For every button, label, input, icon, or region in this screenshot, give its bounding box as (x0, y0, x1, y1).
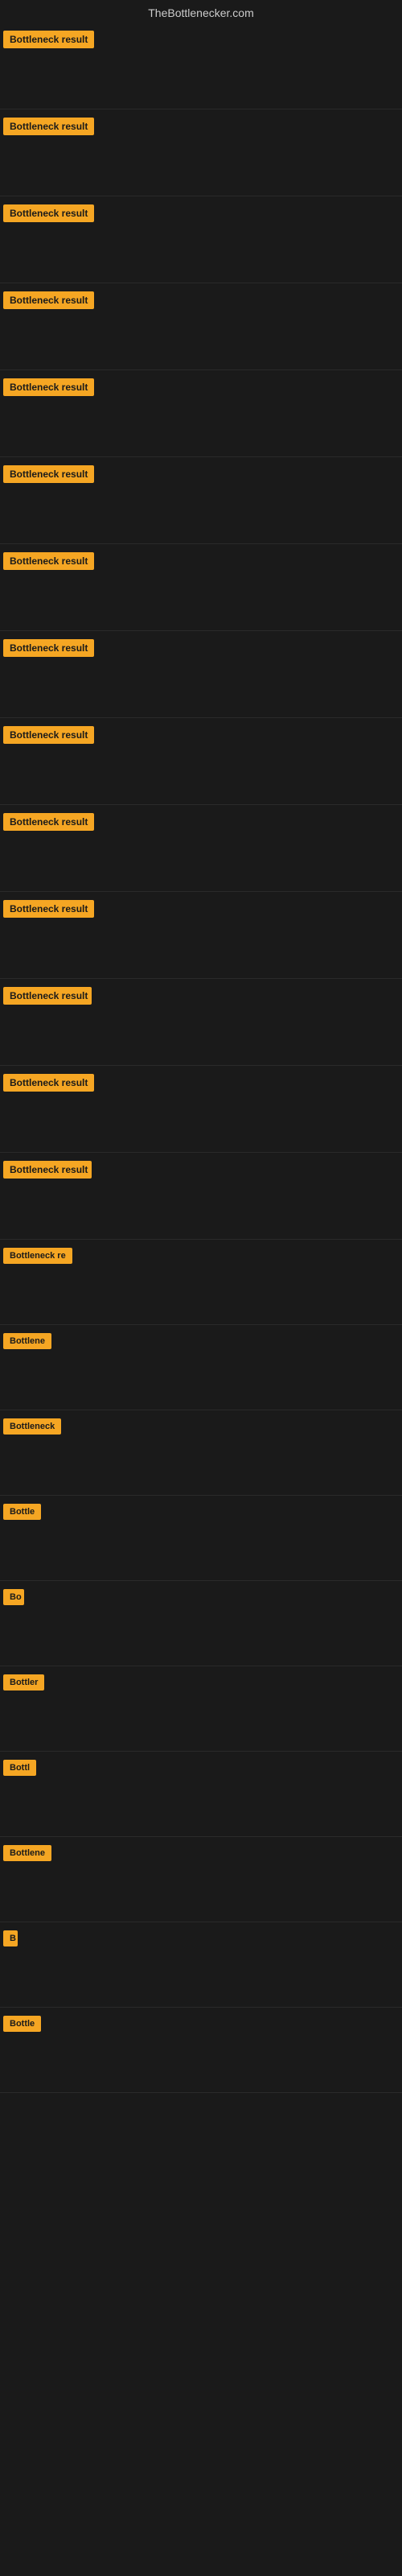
row-spacer-4 (3, 313, 399, 361)
row-spacer-2 (3, 139, 399, 188)
result-row-7: Bottleneck result (0, 544, 402, 631)
row-spacer-16 (3, 1353, 399, 1402)
bottleneck-badge-18[interactable]: Bottle (3, 1504, 41, 1520)
bottleneck-badge-15[interactable]: Bottleneck re (3, 1248, 72, 1264)
bottleneck-badge-17[interactable]: Bottleneck (3, 1418, 61, 1435)
result-row-15: Bottleneck re (0, 1240, 402, 1325)
bottleneck-badge-3[interactable]: Bottleneck result (3, 204, 94, 222)
result-row-13: Bottleneck result (0, 1066, 402, 1153)
row-spacer-11 (3, 922, 399, 970)
bottleneck-badge-5[interactable]: Bottleneck result (3, 378, 94, 396)
result-row-23: B (0, 1922, 402, 2008)
result-row-17: Bottleneck (0, 1410, 402, 1496)
row-spacer-10 (3, 835, 399, 883)
row-spacer-18 (3, 1524, 399, 1572)
result-row-16: Bottlene (0, 1325, 402, 1410)
row-spacer-21 (3, 1780, 399, 1828)
result-row-3: Bottleneck result (0, 196, 402, 283)
row-spacer-20 (3, 1695, 399, 1743)
bottleneck-badge-11[interactable]: Bottleneck result (3, 900, 94, 918)
row-spacer-13 (3, 1096, 399, 1144)
row-spacer-7 (3, 574, 399, 622)
bottleneck-badge-13[interactable]: Bottleneck result (3, 1074, 94, 1092)
bottleneck-badge-2[interactable]: Bottleneck result (3, 118, 94, 135)
bottleneck-badge-7[interactable]: Bottleneck result (3, 552, 94, 570)
row-spacer-23 (3, 1951, 399, 1999)
result-row-1: Bottleneck result (0, 23, 402, 109)
row-spacer-9 (3, 748, 399, 796)
row-spacer-5 (3, 400, 399, 448)
bottleneck-badge-8[interactable]: Bottleneck result (3, 639, 94, 657)
bottleneck-badge-9[interactable]: Bottleneck result (3, 726, 94, 744)
result-row-20: Bottler (0, 1666, 402, 1752)
result-row-14: Bottleneck result (0, 1153, 402, 1240)
result-row-21: Bottl (0, 1752, 402, 1837)
result-row-24: Bottle (0, 2008, 402, 2093)
result-row-11: Bottleneck result (0, 892, 402, 979)
result-row-4: Bottleneck result (0, 283, 402, 370)
bottleneck-badge-12[interactable]: Bottleneck result (3, 987, 92, 1005)
result-row-6: Bottleneck result (0, 457, 402, 544)
row-spacer-24 (3, 2036, 399, 2084)
result-row-5: Bottleneck result (0, 370, 402, 457)
row-spacer-3 (3, 226, 399, 275)
result-row-22: Bottlene (0, 1837, 402, 1922)
site-title: TheBottlenecker.com (0, 0, 402, 23)
result-row-19: Bo (0, 1581, 402, 1666)
result-row-2: Bottleneck result (0, 109, 402, 196)
result-row-12: Bottleneck result (0, 979, 402, 1066)
results-container: Bottleneck result Bottleneck result Bottle… (0, 23, 402, 2093)
bottleneck-badge-4[interactable]: Bottleneck result (3, 291, 94, 309)
bottleneck-badge-21[interactable]: Bottl (3, 1760, 36, 1776)
bottleneck-badge-10[interactable]: Bottleneck result (3, 813, 94, 831)
bottleneck-badge-23[interactable]: B (3, 1930, 18, 1946)
row-spacer-17 (3, 1439, 399, 1487)
result-row-18: Bottle (0, 1496, 402, 1581)
result-row-9: Bottleneck result (0, 718, 402, 805)
row-spacer-8 (3, 661, 399, 709)
bottleneck-badge-1[interactable]: Bottleneck result (3, 31, 94, 48)
bottleneck-badge-14[interactable]: Bottleneck result (3, 1161, 92, 1179)
row-spacer-19 (3, 1609, 399, 1657)
row-spacer-1 (3, 52, 399, 101)
bottleneck-badge-24[interactable]: Bottle (3, 2016, 41, 2032)
result-row-10: Bottleneck result (0, 805, 402, 892)
row-spacer-14 (3, 1183, 399, 1231)
row-spacer-12 (3, 1009, 399, 1057)
bottleneck-badge-20[interactable]: Bottler (3, 1674, 44, 1690)
row-spacer-22 (3, 1865, 399, 1913)
row-spacer-6 (3, 487, 399, 535)
bottleneck-badge-6[interactable]: Bottleneck result (3, 465, 94, 483)
bottleneck-badge-16[interactable]: Bottlene (3, 1333, 51, 1349)
row-spacer-15 (3, 1268, 399, 1316)
bottleneck-badge-19[interactable]: Bo (3, 1589, 24, 1605)
bottleneck-badge-22[interactable]: Bottlene (3, 1845, 51, 1861)
result-row-8: Bottleneck result (0, 631, 402, 718)
